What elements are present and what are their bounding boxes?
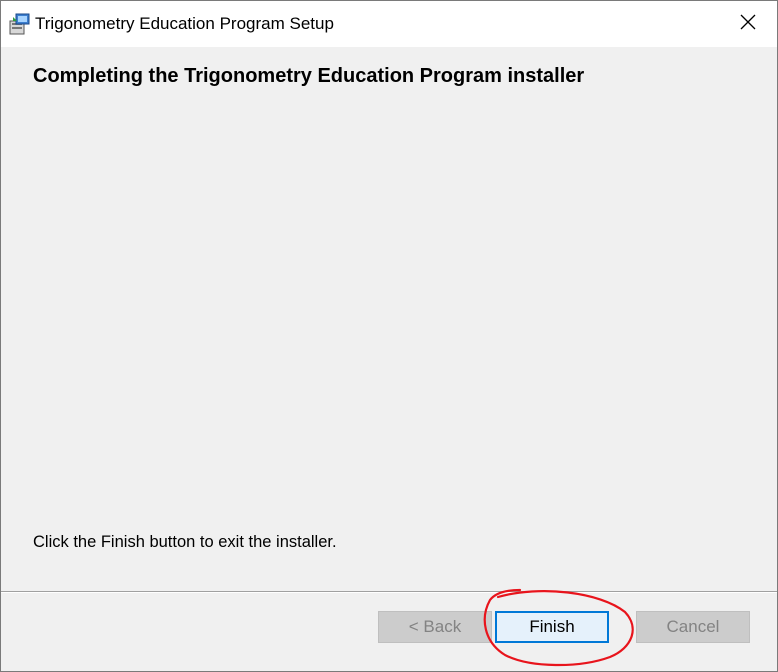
close-icon [740, 14, 756, 35]
finish-button[interactable]: Finish [495, 611, 609, 643]
window-title: Trigonometry Education Program Setup [35, 14, 334, 33]
back-button[interactable]: < Back [378, 611, 492, 643]
footer-divider-highlight [1, 592, 777, 593]
page-heading: Completing the Trigonometry Education Pr… [33, 65, 585, 87]
close-button[interactable] [719, 1, 777, 47]
dialog-content: Completing the Trigonometry Education Pr… [1, 47, 777, 591]
installer-package-icon [7, 12, 31, 36]
setup-dialog-window: Trigonometry Education Program Setup Com… [0, 0, 778, 672]
title-bar: Trigonometry Education Program Setup [1, 1, 777, 47]
cancel-button[interactable]: Cancel [636, 611, 750, 643]
instruction-text: Click the Finish button to exit the inst… [33, 533, 337, 551]
